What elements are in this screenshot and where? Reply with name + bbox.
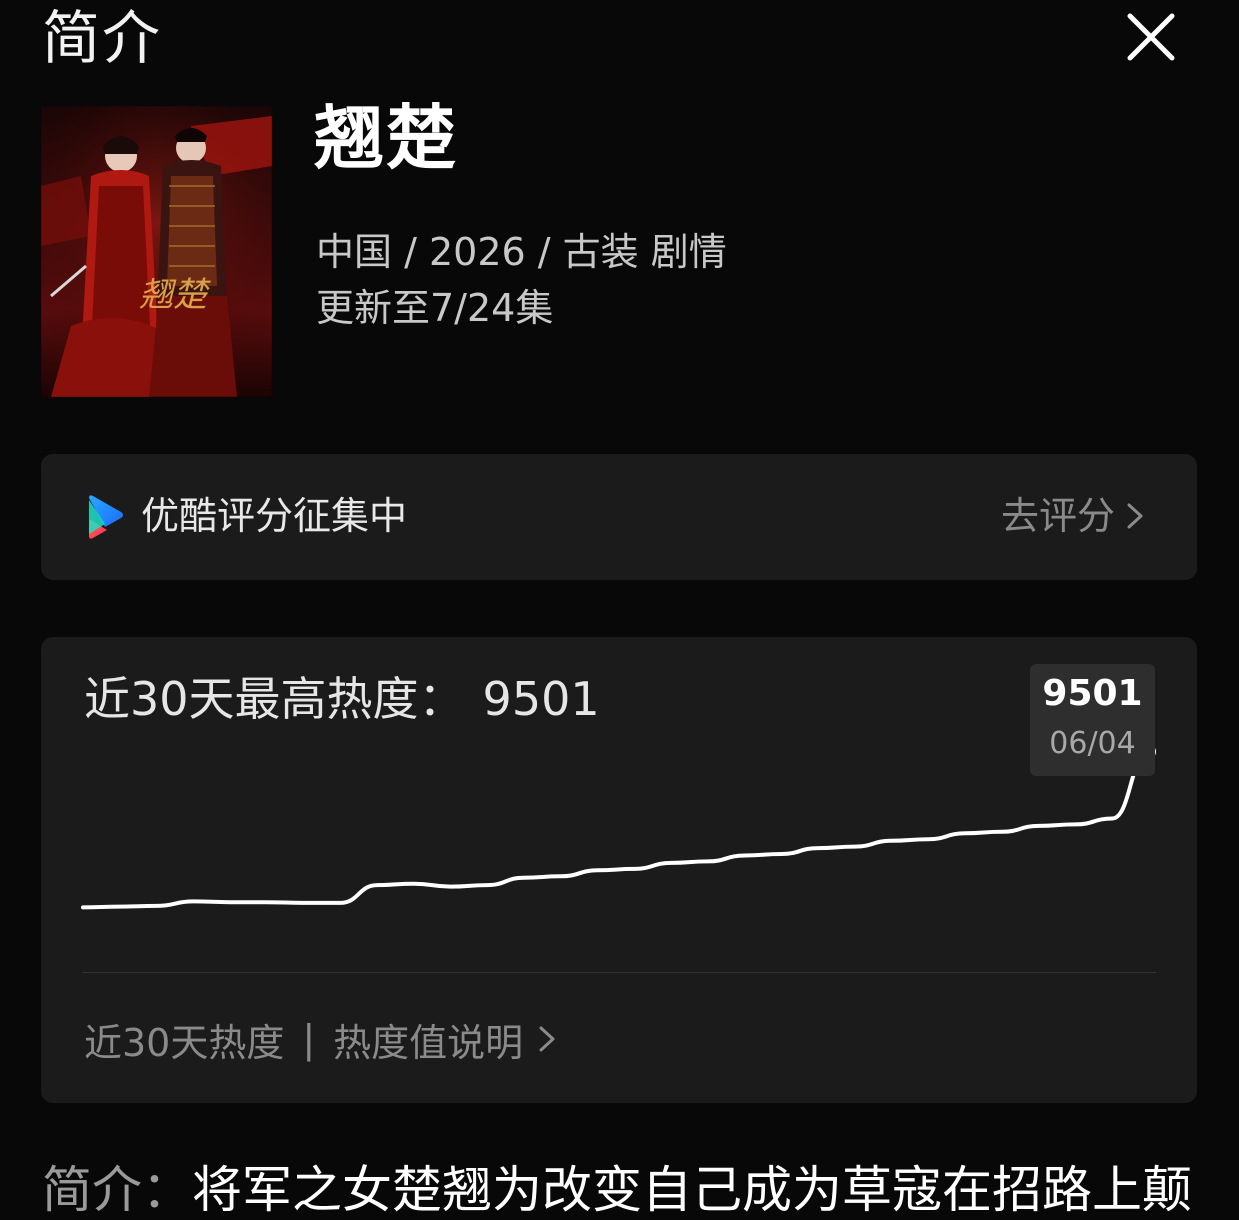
youku-logo-icon (89, 495, 123, 539)
heat-title-prefix: 近30天最高热度： (84, 672, 465, 726)
heat-max-value: 9501 (482, 672, 600, 726)
heat-series-line (81, 749, 1151, 910)
episode-update: 更新至7/24集 (316, 286, 554, 330)
heat-footer-label: 近30天热度 (84, 1020, 285, 1065)
heat-footer: 近30天热度 | 热度值说明 (84, 1009, 557, 1069)
footer-separator: | (302, 1017, 316, 1061)
heat-explain-link[interactable]: 热度值说明 (333, 1012, 557, 1067)
go-rate-button[interactable]: 去评分 (1001, 488, 1145, 544)
synopsis-text: 将军之女楚翘为改变自己成为草寇在招路上颠 (192, 1161, 1192, 1219)
go-rate-label: 去评分 (1000, 494, 1115, 538)
chevron-right-icon (1127, 503, 1143, 529)
rating-label: 优酷评分征集中 (141, 494, 408, 538)
close-button[interactable] (1118, 6, 1182, 70)
heat-card: 近30天最高热度： 9501 9501 06/04 近30天热度 | 热度值说明 (41, 637, 1197, 1103)
heat-title: 近30天最高热度： 9501 (84, 669, 600, 729)
rating-card[interactable]: 优酷评分征集中 去评分 (41, 454, 1197, 580)
chart-tooltip: 9501 06/04 (1030, 664, 1155, 776)
poster-title-text: 翘楚 (139, 275, 211, 315)
heat-explain-label: 热度值说明 (333, 1020, 524, 1065)
show-title: 翘楚 (314, 97, 458, 179)
show-poster[interactable]: 翘楚 (41, 106, 272, 397)
page-title: 简介 (42, 4, 163, 72)
poster-image: 翘楚 (41, 106, 272, 397)
close-icon (1127, 13, 1175, 61)
show-meta: 中国 / 2026 / 古装 剧情 (316, 230, 727, 274)
chevron-right-icon (539, 1026, 555, 1052)
tooltip-value: 9501 (1042, 673, 1143, 714)
synopsis: 简介：将军之女楚翘为改变自己成为草寇在招路上颠 (42, 1160, 1202, 1220)
synopsis-label: 简介： (42, 1161, 192, 1219)
tooltip-date: 06/04 (1049, 726, 1136, 761)
divider (82, 972, 1156, 973)
